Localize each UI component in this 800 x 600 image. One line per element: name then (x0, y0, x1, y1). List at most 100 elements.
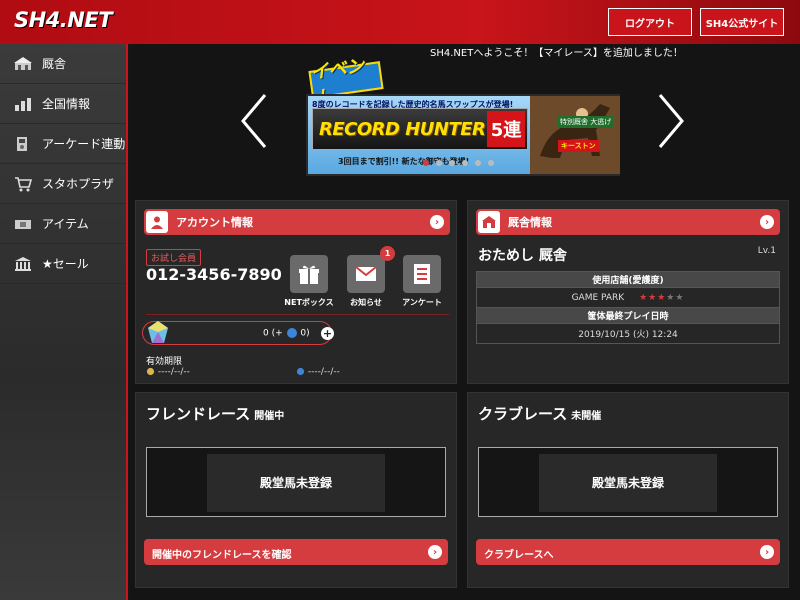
arrow-right-icon: › (760, 215, 774, 229)
friend-race-button-label: 開催中のフレンドレースを確認 (152, 550, 292, 561)
survey-label: アンケート (402, 298, 442, 307)
stable-icon (478, 211, 500, 233)
sidebar: 厩舎 全国情報 アーケード連動 スタホプラザ アイテム ★セール (0, 44, 128, 600)
banner-tag-horse: キーストン (558, 140, 599, 152)
stable-header-button[interactable]: 厩舎情報 › (476, 209, 780, 235)
net-box-label: NETボックス (284, 298, 334, 307)
friend-race-button[interactable]: 開催中のフレンドレースを確認 › (144, 539, 448, 565)
gem-small-icon (296, 367, 305, 376)
sidebar-item-plaza[interactable]: スタホプラザ (0, 164, 126, 204)
store-value: GAME PARK ★★★★★ (476, 287, 780, 308)
gift-icon (299, 265, 319, 284)
carousel-dot[interactable] (436, 160, 442, 166)
official-site-button[interactable]: SH4公式サイト (700, 8, 784, 36)
club-race-box-text: 殿堂馬未登録 (591, 475, 664, 490)
ticket-icon (12, 215, 34, 233)
coin-balance: 0 (+ 0) + (142, 321, 334, 345)
club-race-panel: クラブレース 未開催 殿堂馬未登録 クラブレースへ › (467, 392, 789, 588)
ranking-icon (12, 95, 34, 113)
sidebar-item-arcade[interactable]: アーケード連動 (0, 124, 126, 164)
stable-header-label: 厩舎情報 (508, 216, 552, 229)
survey-button[interactable] (403, 255, 441, 293)
notice-button[interactable] (347, 255, 385, 293)
banner-title-suffix: 5連 (487, 111, 525, 147)
arcade-icon (12, 135, 34, 153)
notice-label: お知らせ (350, 298, 382, 307)
sidebar-item-national[interactable]: 全国情報 (0, 84, 126, 124)
event-banner[interactable]: イベント 8度のレコードを記録した歴史的名馬スワップスが登場! RECORD H… (304, 55, 620, 198)
sidebar-item-items[interactable]: アイテム (0, 204, 126, 244)
coin-value: 0 (+ 0) (263, 328, 310, 339)
carousel-dot[interactable] (449, 160, 455, 166)
club-race-status: 未開催 (571, 411, 602, 422)
coin-gem-icon (148, 321, 168, 343)
bonus-gem-icon (286, 328, 297, 338)
carousel-dot[interactable] (488, 160, 494, 166)
friend-race-status: 開催中 (254, 411, 285, 422)
cart-icon (12, 175, 34, 193)
last-play-value: 2019/10/15 (火) 12:24 (476, 323, 780, 344)
carousel-next-arrow[interactable] (650, 91, 690, 151)
sidebar-item-label: アーケード連動 (42, 137, 126, 151)
carousel-dots (423, 160, 494, 166)
site-logo[interactable]: SH4.NET (14, 8, 113, 32)
arrow-right-icon: › (430, 215, 444, 229)
carousel-dot[interactable] (462, 160, 468, 166)
user-icon (146, 211, 168, 233)
friend-race-box: 殿堂馬未登録 (146, 447, 446, 517)
bank-icon (12, 255, 34, 273)
main-content: SH4.NETへようこそ！【マイレース】を追加しました！ イベント 8度のレコー… (130, 44, 800, 600)
gem-small-icon (146, 367, 155, 376)
carousel-dot[interactable] (423, 160, 429, 166)
affinity-stars: ★★★★★ (639, 292, 685, 303)
arrow-right-icon: › (428, 545, 442, 559)
chevron-left-icon (241, 94, 267, 148)
sidebar-item-label: アイテム (42, 217, 89, 231)
member-id: 012-3456-7890 (146, 265, 282, 284)
account-header-button[interactable]: アカウント情報 › (144, 209, 450, 235)
logout-button[interactable]: ログアウト (608, 8, 692, 36)
friend-race-box-text: 殿堂馬未登録 (259, 475, 332, 490)
survey-icon (414, 264, 430, 284)
sidebar-item-sale[interactable]: ★セール (0, 244, 126, 284)
add-coin-button[interactable]: + (321, 327, 334, 340)
divider (146, 314, 449, 315)
last-play-header: 筐体最終プレイ日時 (476, 307, 780, 324)
account-header-label: アカウント情報 (176, 216, 253, 229)
club-race-button[interactable]: クラブレースへ › (476, 539, 780, 565)
stable-level: Lv.1 (757, 246, 776, 256)
carousel-dot[interactable] (475, 160, 481, 166)
sidebar-item-label: スタホプラザ (42, 177, 115, 191)
club-race-title: クラブレース 未開催 (478, 405, 602, 423)
banner-tag-special: 特別厩舎 大逃げ (558, 116, 614, 128)
club-race-button-label: クラブレースへ (484, 550, 554, 561)
sidebar-item-stable[interactable]: 厩舎 (0, 44, 126, 84)
store-header: 使用店舗(愛護度) (476, 271, 780, 288)
sidebar-item-label: 全国情報 (42, 97, 91, 111)
sidebar-item-label: 厩舎 (42, 57, 67, 71)
stable-icon (12, 55, 34, 73)
friend-race-panel: フレンドレース 開催中 殿堂馬未登録 開催中のフレンドレースを確認 › (135, 392, 457, 588)
expiration-label: 有効期限 (146, 357, 183, 367)
friend-race-title: フレンドレース 開催中 (146, 405, 285, 423)
banner-main-title: RECORD HUNTER 5連 (312, 108, 528, 150)
top-header: SH4.NET ログアウト SH4公式サイト (0, 0, 800, 44)
expiration-value-coin: ----/--/-- (146, 367, 190, 377)
net-box-button[interactable] (290, 255, 328, 293)
horse-illustration-icon (530, 96, 620, 174)
notification-badge: 1 (380, 246, 395, 261)
expiration-value-bonus: ----/--/-- (296, 367, 340, 377)
stable-info-table: 使用店舗(愛護度) GAME PARK ★★★★★ 筐体最終プレイ日時 2019… (476, 271, 780, 344)
stable-panel: 厩舎情報 › おためし 厩舎 Lv.1 使用店舗(愛護度) GAME PARK … (467, 200, 789, 384)
sidebar-item-label: ★セール (42, 257, 89, 271)
trial-member-badge: お試し会員 (146, 249, 202, 266)
welcome-message: SH4.NETへようこそ！【マイレース】を追加しました！ (430, 48, 683, 59)
account-panel: アカウント情報 › お試し会員 012-3456-7890 NETボックス 1 … (135, 200, 457, 384)
banner-title-text: RECORD HUNTER (319, 118, 486, 140)
chevron-right-icon (658, 94, 684, 148)
mail-icon (355, 266, 377, 281)
arrow-right-icon: › (760, 545, 774, 559)
stable-name: おためし 厩舎 (478, 248, 567, 264)
club-race-box: 殿堂馬未登録 (478, 447, 778, 517)
carousel-prev-arrow[interactable] (235, 91, 275, 151)
